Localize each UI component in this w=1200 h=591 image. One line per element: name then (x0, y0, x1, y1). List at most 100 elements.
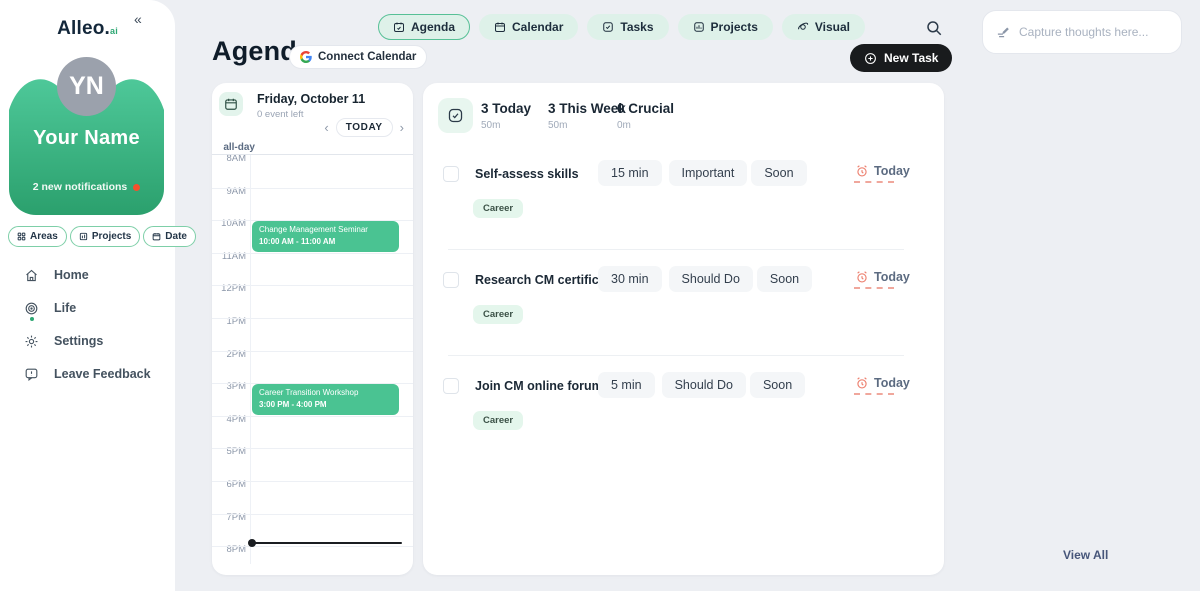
tag-career[interactable]: Career (473, 411, 523, 430)
check-square-icon (447, 107, 464, 124)
due-date[interactable]: Today (855, 164, 910, 178)
calendar-date-title: Friday, October 11 (257, 92, 365, 106)
pill-projects[interactable]: Projects (70, 226, 140, 247)
calendar-time-grid[interactable]: 8AM 9AM 10AM 11AM 12PM 1PM 2PM 3PM 4PM 5… (212, 140, 413, 564)
target-icon (24, 301, 39, 316)
task-row: Research CM certifications 30 min Should… (423, 264, 944, 354)
sidebar-item-life[interactable]: Life (24, 297, 151, 319)
timing-chip[interactable]: Soon (751, 160, 806, 186)
event-career-transition-workshop[interactable]: Career Transition Workshop 3:00 PM - 4:0… (252, 384, 399, 415)
logo-text: Alleo. (57, 18, 110, 39)
task-divider (448, 355, 904, 356)
task-chips: 15 min Important Soon (598, 160, 807, 186)
connect-calendar-label: Connect Calendar (318, 51, 416, 63)
priority-chip[interactable]: Important (669, 160, 748, 186)
avatar[interactable]: YN (57, 57, 116, 116)
task-title[interactable]: Join CM online forum (475, 379, 603, 393)
events-left-label: 0 event left (257, 109, 303, 120)
today-button[interactable]: TODAY (336, 118, 393, 137)
calendar-icon (224, 97, 238, 111)
duration-chip[interactable]: 5 min (598, 372, 655, 398)
grid-line (212, 188, 413, 189)
stat-this-week: 3 This Week 50m (548, 101, 626, 131)
orbit-icon (797, 21, 809, 33)
due-label: Today (874, 270, 910, 284)
task-row: Self-assess skills 15 min Important Soon… (423, 158, 944, 248)
tag-career[interactable]: Career (473, 305, 523, 324)
next-day-icon[interactable]: › (400, 121, 404, 134)
tab-tasks[interactable]: Tasks (587, 14, 668, 40)
task-divider (448, 249, 904, 250)
prev-day-icon[interactable]: ‹ (324, 121, 328, 134)
timing-chip[interactable]: Soon (750, 372, 805, 398)
calendar-icon (152, 232, 161, 241)
priority-chip[interactable]: Should Do (669, 266, 753, 292)
due-label: Today (874, 376, 910, 390)
collapse-sidebar-icon[interactable]: « (134, 11, 142, 27)
task-title[interactable]: Self-assess skills (475, 167, 579, 181)
connect-calendar-button[interactable]: Connect Calendar (289, 45, 427, 69)
stat-sub: 50m (481, 120, 531, 131)
current-time-indicator (251, 542, 402, 544)
new-task-button[interactable]: New Task (850, 44, 952, 72)
pill-areas[interactable]: Areas (8, 226, 67, 247)
timing-chip[interactable]: Soon (757, 266, 812, 292)
tab-projects[interactable]: Projects (678, 14, 773, 40)
task-checkbox[interactable] (443, 378, 459, 394)
duration-chip[interactable]: 30 min (598, 266, 662, 292)
priority-chip[interactable]: Should Do (662, 372, 746, 398)
home-icon (24, 268, 39, 283)
pen-lines-icon (996, 25, 1011, 40)
due-date[interactable]: Today (855, 270, 910, 284)
sidebar-item-settings[interactable]: Settings (24, 330, 151, 352)
stat-label: 3 Today (481, 101, 531, 116)
grid-line (212, 285, 413, 286)
sidebar-menu: Home Life Settings Leave Feedback (24, 264, 151, 396)
grid-square-icon (693, 21, 705, 33)
stat-sub: 0m (617, 120, 674, 131)
stat-sub: 50m (548, 120, 626, 131)
event-title: Change Management Seminar (259, 225, 392, 234)
app-root: Alleo.ai « YN Your Name 2 new notificati… (0, 0, 1200, 591)
grid-line (212, 481, 413, 482)
tab-calendar[interactable]: Calendar (479, 14, 578, 40)
calendar-icon (494, 21, 506, 33)
tab-agenda[interactable]: Agenda (378, 14, 470, 40)
grid-icon (17, 232, 26, 241)
sidebar-item-leave-feedback[interactable]: Leave Feedback (24, 363, 151, 385)
calendar-panel-icon (219, 92, 243, 116)
view-all-link[interactable]: View All (1063, 548, 1108, 562)
calendar-panel: Friday, October 11 0 event left ‹ TODAY … (212, 83, 413, 575)
grid-divider (250, 140, 251, 564)
gear-icon (24, 334, 39, 349)
event-time: 3:00 PM - 4:00 PM (259, 400, 392, 409)
pill-date[interactable]: Date (143, 226, 196, 247)
due-date[interactable]: Today (855, 376, 910, 390)
notifications-text[interactable]: 2 new notifications (9, 181, 164, 193)
tag-career[interactable]: Career (473, 199, 523, 218)
task-checkbox[interactable] (443, 166, 459, 182)
notification-dot-icon (133, 184, 140, 191)
alarm-clock-icon (855, 164, 869, 178)
sidebar-item-home[interactable]: Home (24, 264, 151, 286)
board-icon (79, 232, 88, 241)
duration-chip[interactable]: 15 min (598, 160, 662, 186)
tab-label: Agenda (411, 20, 455, 34)
event-title: Career Transition Workshop (259, 388, 392, 397)
capture-thoughts-input[interactable] (1019, 25, 1168, 39)
event-time: 10:00 AM - 11:00 AM (259, 237, 392, 246)
grid-line (212, 253, 413, 254)
chat-alert-icon (24, 367, 39, 382)
tab-visual[interactable]: Visual (782, 14, 865, 40)
task-checkbox[interactable] (443, 272, 459, 288)
search-icon[interactable] (925, 19, 943, 37)
due-label: Today (874, 164, 910, 178)
event-change-management-seminar[interactable]: Change Management Seminar 10:00 AM - 11:… (252, 221, 399, 252)
tasks-panel: 3 Today 50m 3 This Week 50m 0 Crucial 0m… (423, 83, 944, 575)
grid-line (212, 416, 413, 417)
alarm-clock-icon (855, 376, 869, 390)
task-row: Join CM online forum 5 min Should Do Soo… (423, 370, 944, 460)
grid-line (212, 514, 413, 515)
sidebar-item-label: Life (54, 301, 76, 315)
stat-label: 0 Crucial (617, 101, 674, 116)
